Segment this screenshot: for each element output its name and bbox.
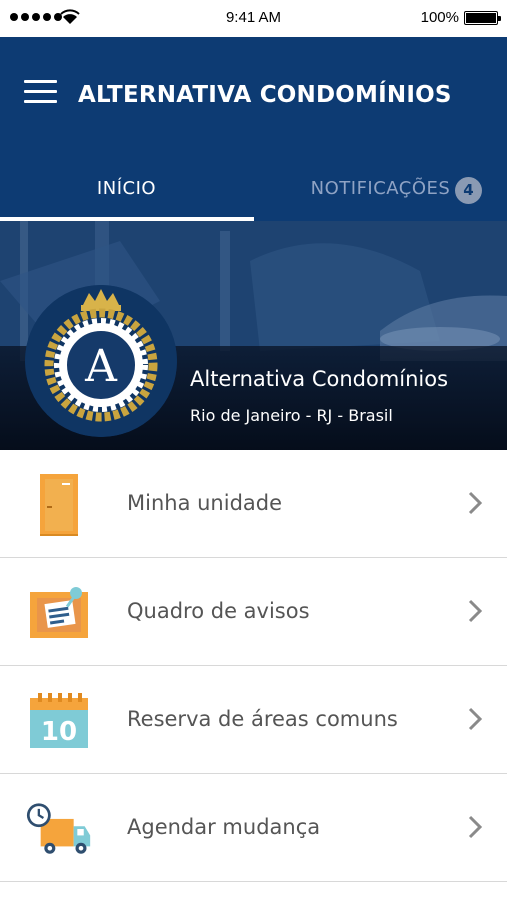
- tab-notificacoes[interactable]: NOTIFICAÇÕES 4: [254, 168, 507, 221]
- tab-inicio-label: INÍCIO: [96, 178, 157, 199]
- chevron-right-icon: [468, 707, 483, 731]
- calendar-day-number: 10: [41, 717, 77, 747]
- menu-item-label: Agendar mudança: [127, 815, 321, 839]
- tab-inicio[interactable]: INÍCIO: [0, 168, 253, 221]
- tab-notificacoes-label: NOTIFICAÇÕES: [310, 178, 451, 199]
- chevron-right-icon: [468, 491, 483, 515]
- tab-bar: INÍCIO NOTIFICAÇÕES 4: [0, 168, 507, 221]
- notification-count-badge: 4: [455, 177, 482, 204]
- chevron-right-icon: [468, 599, 483, 623]
- menu-item-agendar-mudanca[interactable]: Agendar mudança: [0, 774, 507, 882]
- app-title: ALTERNATIVA CONDOMÍNIOS: [78, 82, 452, 108]
- notice-board-icon: [30, 587, 88, 638]
- door-icon: [40, 474, 78, 536]
- home-menu-list: Minha unidade Quadro de avisos 10 Reserv…: [0, 450, 507, 882]
- menu-item-reserva-de-areas[interactable]: 10 Reserva de áreas comuns: [0, 666, 507, 774]
- hamburger-menu-icon[interactable]: [24, 80, 60, 106]
- chevron-right-icon: [468, 815, 483, 839]
- menu-item-label: Reserva de áreas comuns: [127, 707, 398, 731]
- menu-item-quadro-de-avisos[interactable]: Quadro de avisos: [0, 558, 507, 666]
- logo-letter: A: [84, 341, 118, 392]
- app-header: ALTERNATIVA CONDOMÍNIOS INÍCIO NOTIFICAÇ…: [0, 37, 507, 221]
- battery-icon: [464, 11, 501, 25]
- moving-truck-icon: [26, 803, 91, 854]
- status-bar: 9:41 AM 100%: [0, 0, 507, 37]
- menu-item-minha-unidade[interactable]: Minha unidade: [0, 450, 507, 558]
- calendar-icon: 10: [30, 693, 88, 748]
- menu-item-label: Minha unidade: [127, 491, 283, 515]
- battery-percentage: 100%: [420, 9, 459, 26]
- menu-item-label: Quadro de avisos: [127, 599, 310, 623]
- condominium-name: Alternativa Condomínios: [190, 367, 449, 391]
- condominium-location: Rio de Janeiro - RJ - Brasil: [190, 406, 393, 425]
- condominium-logo: A: [25, 285, 177, 437]
- condominium-banner: A Alternativa Condomínios Rio de Janeiro…: [0, 221, 507, 450]
